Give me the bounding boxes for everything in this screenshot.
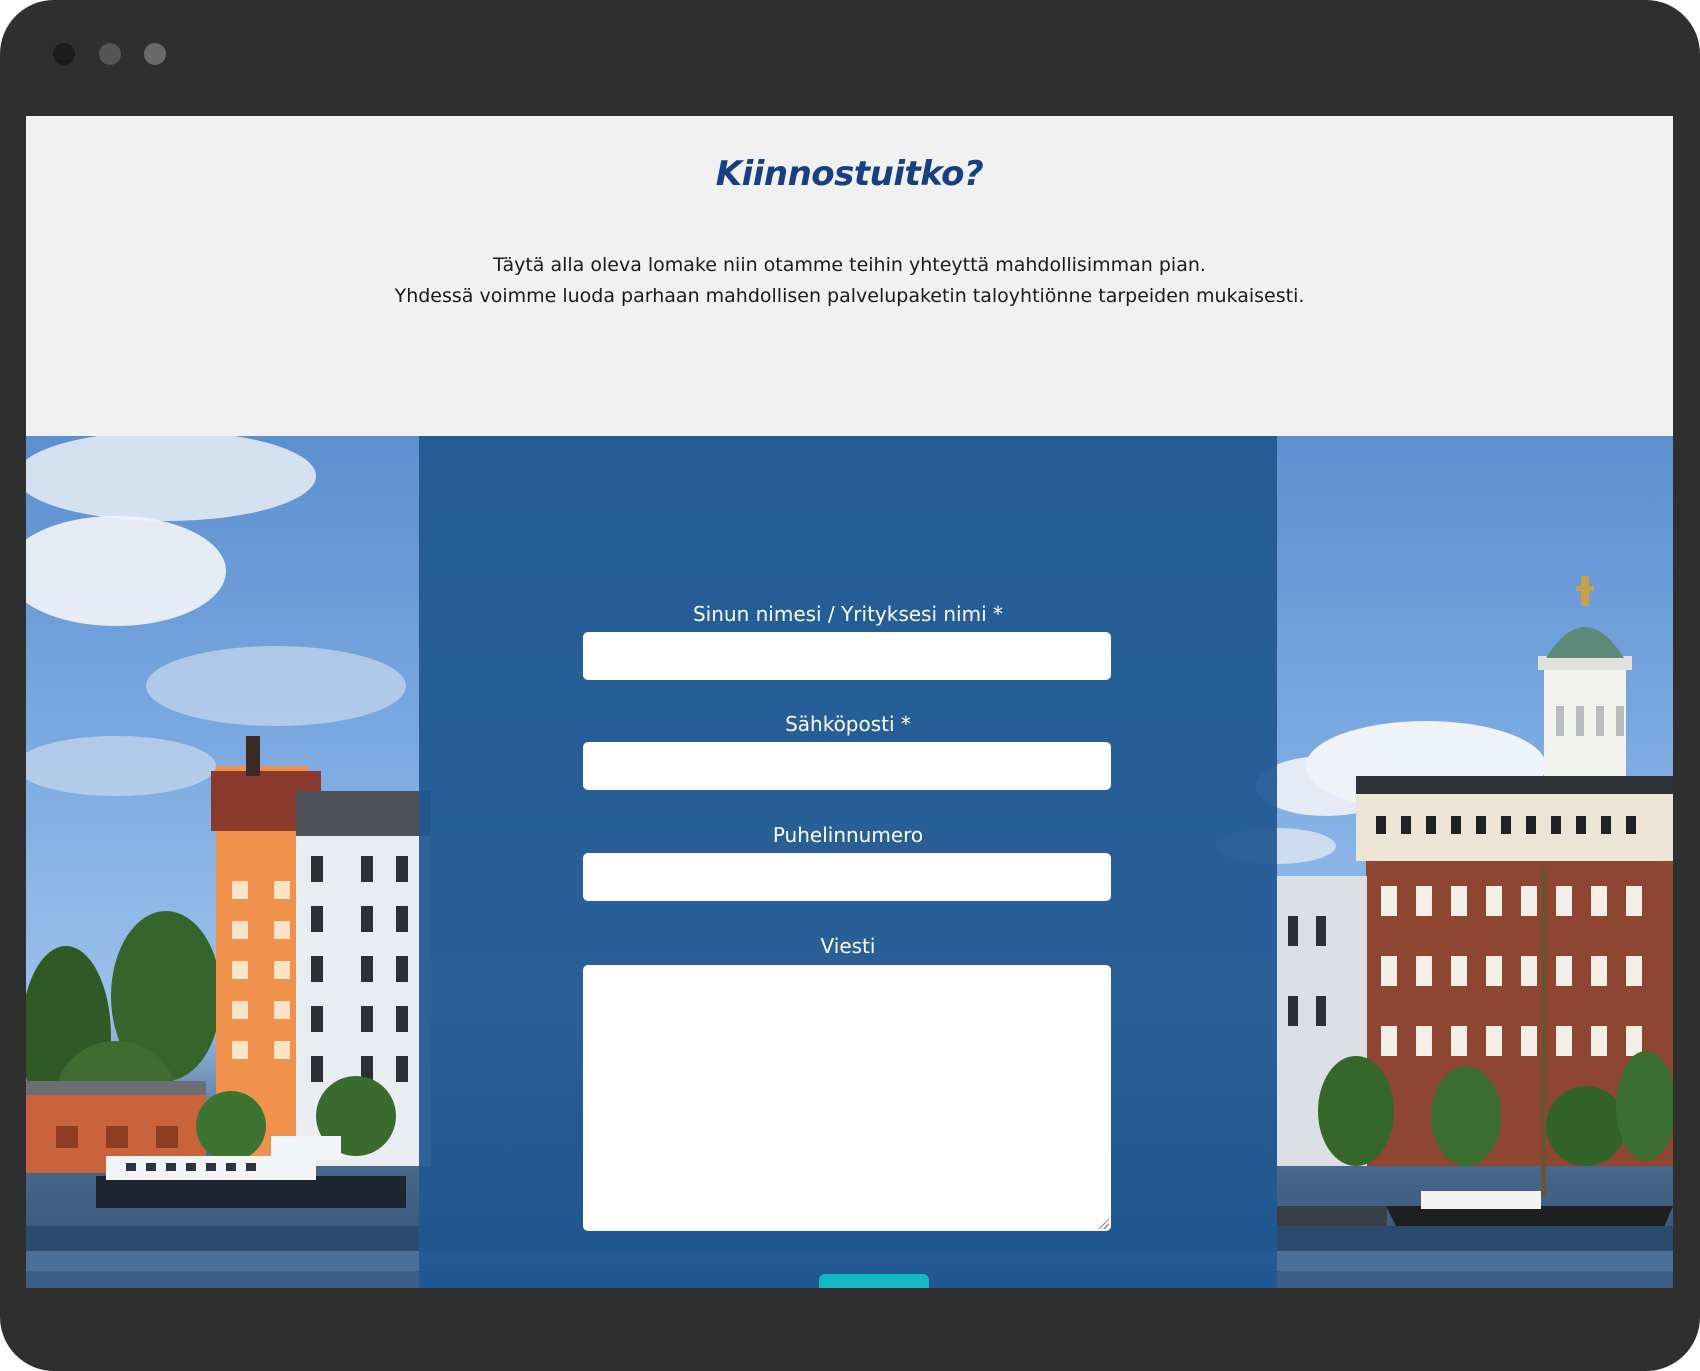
- intro-text: Täytä alla oleva lomake niin otamme teih…: [26, 250, 1673, 312]
- email-input[interactable]: [583, 742, 1111, 790]
- name-input[interactable]: [583, 632, 1111, 680]
- submit-button[interactable]: [819, 1274, 929, 1288]
- phone-input[interactable]: [583, 853, 1111, 901]
- email-label: Sähköposti *: [785, 712, 911, 736]
- window-zoom-dot[interactable]: [144, 43, 166, 65]
- message-label: Viesti: [820, 934, 876, 958]
- window-minimize-dot[interactable]: [99, 43, 121, 65]
- message-textarea[interactable]: [583, 965, 1111, 1231]
- page-title: Kiinnostuitko?: [715, 154, 984, 194]
- intro-line-2: Yhdessä voimme luoda parhaan mahdollisen…: [394, 285, 1305, 307]
- intro-section: Kiinnostuitko? Täytä alla oleva lomake n…: [26, 116, 1673, 436]
- window-close-dot[interactable]: [53, 43, 75, 65]
- contact-section: Sinun nimesi / Yrityksesi nimi * Sähköpo…: [26, 436, 1673, 1288]
- resize-grip-icon[interactable]: [1097, 1217, 1109, 1229]
- browser-viewport: Kiinnostuitko? Täytä alla oleva lomake n…: [26, 116, 1673, 1288]
- name-label: Sinun nimesi / Yrityksesi nimi *: [692, 602, 1004, 626]
- intro-line-1: Täytä alla oleva lomake niin otamme teih…: [493, 254, 1206, 276]
- device-frame: Kiinnostuitko? Täytä alla oleva lomake n…: [0, 0, 1700, 1371]
- phone-label: Puhelinnumero: [772, 823, 924, 847]
- contact-form-panel: Sinun nimesi / Yrityksesi nimi * Sähköpo…: [419, 436, 1277, 1288]
